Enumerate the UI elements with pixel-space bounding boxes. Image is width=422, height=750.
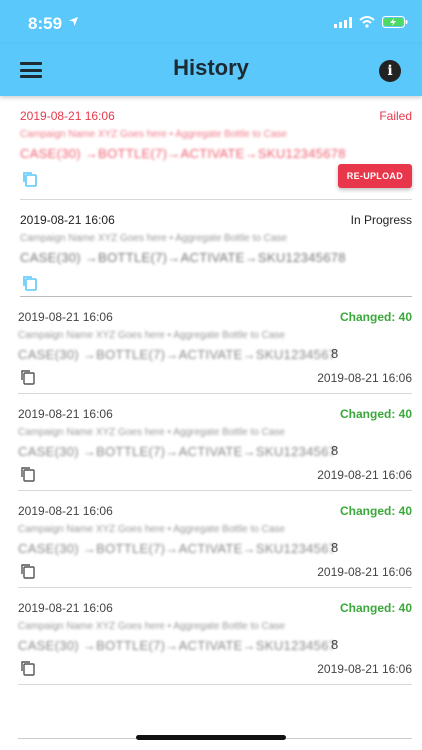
- wifi-icon: [359, 15, 375, 33]
- copy-icon[interactable]: [20, 563, 36, 579]
- status-badge: Changed: 40: [339, 504, 412, 518]
- campaign-name: Campaign Name XYZ Goes here • Aggregate …: [18, 427, 285, 438]
- item-timestamp: 2019-08-21 16:06: [20, 213, 115, 227]
- item-timestamp: 2019-08-21 16:06: [18, 504, 113, 518]
- item-path-tail: 8: [331, 540, 339, 555]
- completed-timestamp: 2019-08-21 16:06: [317, 662, 412, 676]
- info-icon[interactable]: i: [379, 60, 401, 82]
- campaign-name: Campaign Name XYZ Goes here • Aggregate …: [18, 330, 285, 341]
- copy-icon[interactable]: [22, 275, 38, 291]
- item-path: CASE(30) →BOTTLE(7)→ACTIVATE→SKU1234567: [18, 444, 337, 459]
- item-path-tail: 8: [331, 637, 339, 652]
- home-indicator[interactable]: [136, 735, 286, 740]
- status-badge: In Progress: [350, 213, 412, 227]
- item-timestamp: 2019-08-21 16:06: [18, 601, 113, 615]
- status-badge: Changed: 40: [339, 407, 412, 421]
- campaign-name: Campaign Name XYZ Goes here • Aggregate …: [18, 524, 285, 535]
- page-title: History: [173, 55, 249, 80]
- campaign-name: Campaign Name XYZ Goes here • Aggregate …: [18, 621, 285, 632]
- completed-timestamp: 2019-08-21 16:06: [317, 468, 412, 482]
- item-path: CASE(30) →BOTTLE(7)→ACTIVATE→SKU12345678: [20, 250, 346, 265]
- status-time: 8:59: [28, 14, 63, 33]
- campaign-name: Campaign Name XYZ Goes here • Aggregate …: [20, 129, 287, 140]
- history-item[interactable]: 2019-08-21 16:06 Changed: 40 Campaign Na…: [18, 297, 412, 394]
- status-badge: Failed: [379, 109, 412, 123]
- location-arrow-icon: [68, 15, 79, 30]
- item-path: CASE(30) →BOTTLE(7)→ACTIVATE→SKU1234567: [18, 541, 337, 556]
- copy-icon[interactable]: [22, 171, 38, 187]
- item-path-tail: 8: [331, 346, 339, 361]
- completed-timestamp: 2019-08-21 16:06: [317, 371, 412, 385]
- history-item[interactable]: 2019-08-21 16:06 Changed: 40 Campaign Na…: [18, 588, 412, 685]
- history-list: 2019-08-21 16:06 Failed Campaign Name XY…: [0, 96, 422, 685]
- history-item[interactable]: 2019-08-21 16:06 Failed Campaign Name XY…: [20, 96, 412, 200]
- status-badge: Changed: 40: [339, 310, 412, 324]
- completed-timestamp: 2019-08-21 16:06: [317, 565, 412, 579]
- item-timestamp: 2019-08-21 16:06: [20, 109, 115, 123]
- item-timestamp: 2019-08-21 16:06: [18, 407, 113, 421]
- item-path-tail: 8: [331, 443, 339, 458]
- item-path: CASE(30) →BOTTLE(7)→ACTIVATE→SKU1234567: [18, 638, 337, 653]
- item-path: CASE(30) →BOTTLE(7)→ACTIVATE→SKU12345678: [20, 146, 346, 161]
- history-item[interactable]: 2019-08-21 16:06 In Progress Campaign Na…: [20, 200, 412, 297]
- copy-icon[interactable]: [20, 369, 36, 385]
- app-header: History i: [0, 44, 422, 96]
- signal-icon: [334, 15, 352, 33]
- reupload-button[interactable]: RE-UPLOAD: [337, 164, 412, 188]
- item-timestamp: 2019-08-21 16:06: [18, 310, 113, 324]
- copy-icon[interactable]: [20, 466, 36, 482]
- battery-charging-icon: [382, 15, 408, 33]
- history-item[interactable]: 2019-08-21 16:06 Changed: 40 Campaign Na…: [18, 394, 412, 491]
- copy-icon[interactable]: [20, 660, 36, 676]
- status-bar: 8:59: [0, 0, 422, 44]
- item-path: CASE(30) →BOTTLE(7)→ACTIVATE→SKU1234567: [18, 347, 337, 362]
- history-item[interactable]: 2019-08-21 16:06 Changed: 40 Campaign Na…: [18, 491, 412, 588]
- status-badge: Changed: 40: [339, 601, 412, 615]
- campaign-name: Campaign Name XYZ Goes here • Aggregate …: [20, 233, 287, 244]
